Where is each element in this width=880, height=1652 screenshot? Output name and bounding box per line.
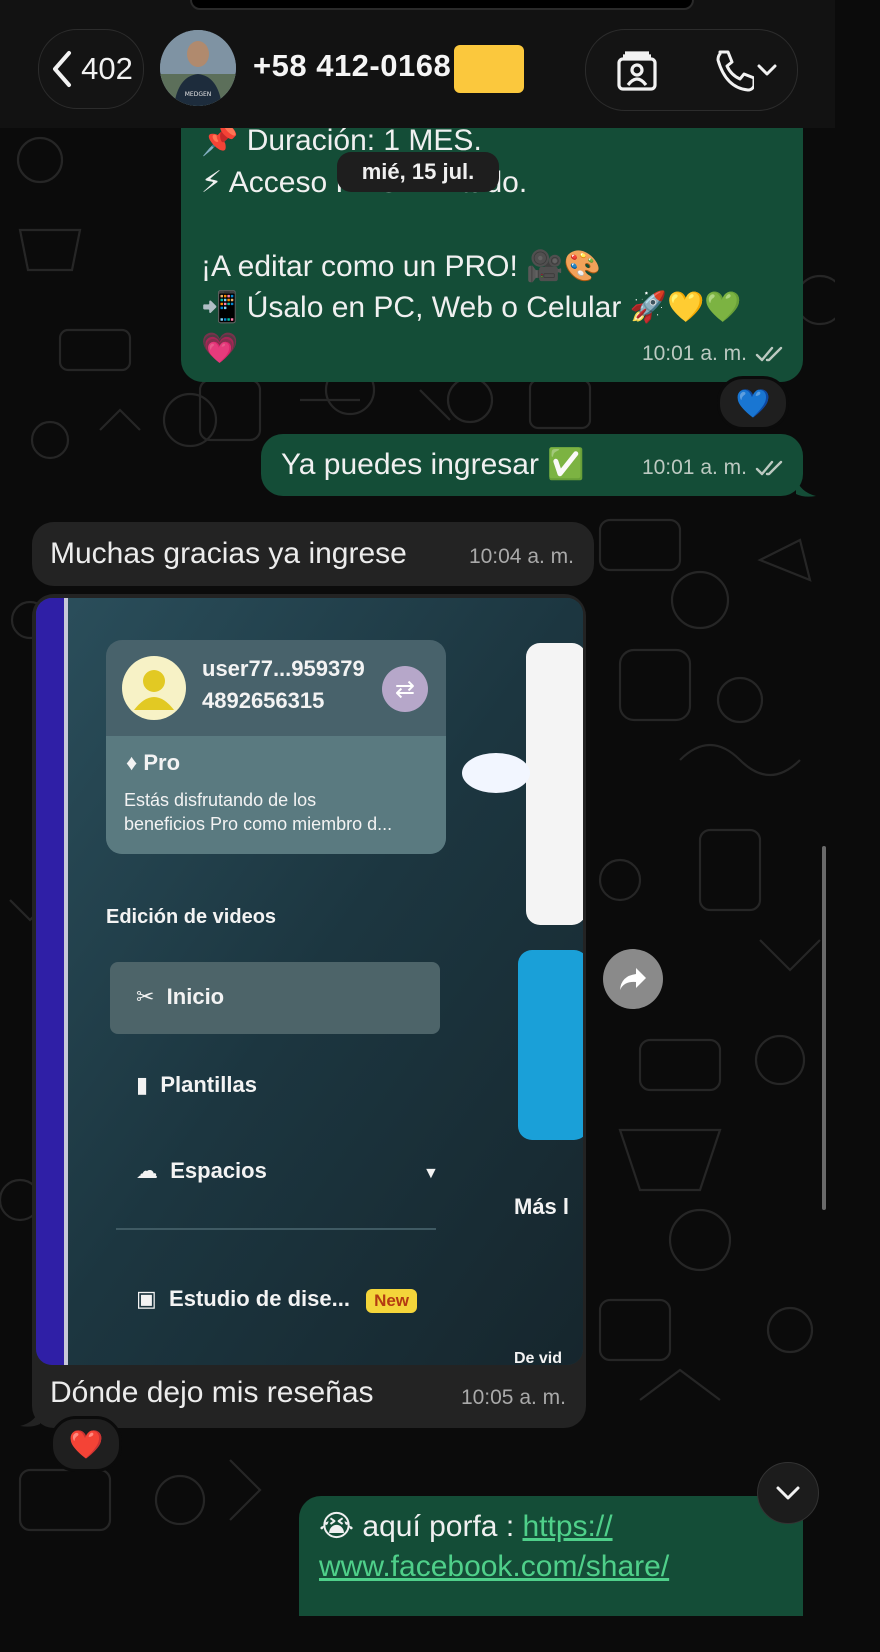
message-link[interactable]: www.facebook.com/share/ xyxy=(319,1550,669,1583)
shared-photo[interactable]: user77...959379 4892656315 ⇄ ♦ Pro Estás… xyxy=(36,598,583,1365)
contact-card-icon xyxy=(617,51,657,91)
chat-header: 402 MEDGEN +58 412-0168 xyxy=(0,0,835,128)
cloud-icon: ☁ xyxy=(136,1158,158,1183)
photo-pro-section: ♦ Pro Estás disfrutando de los beneficio… xyxy=(106,736,446,854)
message-time: 10:05 a. m. xyxy=(460,1386,566,1409)
scissors-icon: ✂ xyxy=(136,984,155,1009)
back-button[interactable]: 402 xyxy=(38,29,144,109)
message-outgoing[interactable]: Ya puedes ingresar ✅ 10:01 a. m. xyxy=(261,434,803,496)
photo-bottom-text: De vid xyxy=(514,1350,563,1365)
avatar-shirt-text: MEDGEN xyxy=(185,91,212,98)
message-text: Muchas gracias ya ingrese xyxy=(50,537,407,570)
redaction-block xyxy=(454,45,524,93)
photo-user-id: 4892656315 xyxy=(202,688,325,713)
contact-avatar[interactable]: MEDGEN xyxy=(160,30,236,106)
new-badge: New xyxy=(366,1289,418,1313)
photo-menu-item: ☁ Espacios ▼ xyxy=(136,1158,439,1184)
date-chip: mié, 15 jul. xyxy=(337,152,499,192)
photo-menu-item: ▮ Plantillas xyxy=(136,1072,257,1098)
photo-username: user77...959379 xyxy=(202,656,365,681)
reaction-emoji: ❤️ xyxy=(68,1428,104,1460)
message-text: www.facebook.com/share/ xyxy=(319,1546,669,1587)
caret-down-icon: ▼ xyxy=(422,1165,439,1182)
forward-button[interactable] xyxy=(603,949,663,1009)
image-caption: Dónde dejo mis reseñas xyxy=(50,1376,374,1409)
design-icon: ▣ xyxy=(136,1286,157,1311)
scroll-down-icon xyxy=(776,1486,800,1500)
reaction-emoji: 💙 xyxy=(735,387,771,419)
photo-menu-item: ▣ Estudio de dise... New xyxy=(136,1286,418,1313)
message-reaction[interactable]: 💙 xyxy=(717,376,789,430)
contact-name[interactable]: +58 412-0168 xyxy=(253,48,451,84)
photo-profile-card: user77...959379 4892656315 ⇄ ♦ Pro Estás… xyxy=(106,640,446,854)
message-text: 😭 aquí porfa : https:// xyxy=(319,1506,613,1547)
message-meta: 10:04 a. m. xyxy=(469,536,574,577)
message-prefix: 😭 aquí porfa : xyxy=(319,1510,523,1543)
header-actions xyxy=(585,29,798,111)
message-meta: 10:01 a. m. xyxy=(642,333,785,374)
double-check-icon xyxy=(755,346,783,361)
photo-section-title: Edición de videos xyxy=(106,906,277,928)
message-outgoing[interactable]: 📌 Duración: 1 MES. ⚡ Acceso PRO ilimitad… xyxy=(181,106,803,382)
message-reaction[interactable]: ❤️ xyxy=(50,1416,122,1472)
message-time: 10:01 a. m. xyxy=(641,342,747,365)
photo-menu-item: ✂ Inicio xyxy=(136,984,224,1010)
forward-icon xyxy=(620,968,646,990)
double-check-icon xyxy=(755,460,783,475)
photo-menu-label: Inicio xyxy=(166,984,225,1009)
avatar-image: MEDGEN xyxy=(160,30,236,106)
user-icon xyxy=(134,670,174,710)
diamond-icon: ♦ xyxy=(126,750,138,775)
message-text: Ya puedes ingresar ✅ xyxy=(281,448,585,481)
message-line: 📲 Úsalo en PC, Web o Celular 🚀💛💚 xyxy=(201,291,742,324)
unread-count: 402 xyxy=(81,51,133,86)
message-outgoing[interactable]: 😭 aquí porfa : https:// www.facebook.com… xyxy=(299,1496,803,1616)
message-time: 10:04 a. m. xyxy=(468,545,574,568)
chat-area: 📌 Duración: 1 MES. ⚡ Acceso PRO ilimitad… xyxy=(0,0,835,1616)
photo-menu-label: Estudio de dise... xyxy=(169,1286,350,1311)
message-time: 10:01 a. m. xyxy=(641,456,747,479)
swap-icon: ⇄ xyxy=(382,666,428,712)
device-notch xyxy=(190,0,694,10)
photo-menu-label: Espacios xyxy=(170,1158,267,1183)
bubble-tail xyxy=(796,478,816,497)
chevron-down-icon xyxy=(757,64,777,76)
photo-menu-label: Plantillas xyxy=(160,1072,257,1097)
call-button[interactable] xyxy=(696,30,792,110)
message-incoming[interactable]: Muchas gracias ya ingrese 10:04 a. m. xyxy=(32,522,594,586)
photo-avatar xyxy=(122,656,186,720)
message-line: 💗 xyxy=(201,332,239,365)
photo-plan-desc: Estás disfrutando de los xyxy=(124,790,317,810)
photo-plan-desc: beneficios Pro como miembro d... xyxy=(124,814,393,834)
photo-plan-label: Pro xyxy=(143,750,181,775)
scroll-down-button[interactable] xyxy=(757,1462,819,1524)
scrollbar-thumb[interactable] xyxy=(822,846,826,1210)
phone-icon xyxy=(716,50,754,92)
message-meta: 10:01 a. m. xyxy=(642,447,785,488)
contact-card-button[interactable] xyxy=(592,30,682,110)
photo-more-text: Más l xyxy=(514,1194,570,1219)
message-line: ¡A editar como un PRO! 🎥🎨 xyxy=(201,250,601,283)
bubble-tail xyxy=(20,1408,40,1427)
photo-plan: ♦ Pro xyxy=(126,750,180,776)
message-link[interactable]: https:// xyxy=(523,1510,613,1543)
message-meta: 10:05 a. m. xyxy=(461,1377,566,1418)
chevron-left-icon xyxy=(53,51,72,87)
template-icon: ▮ xyxy=(136,1072,149,1097)
